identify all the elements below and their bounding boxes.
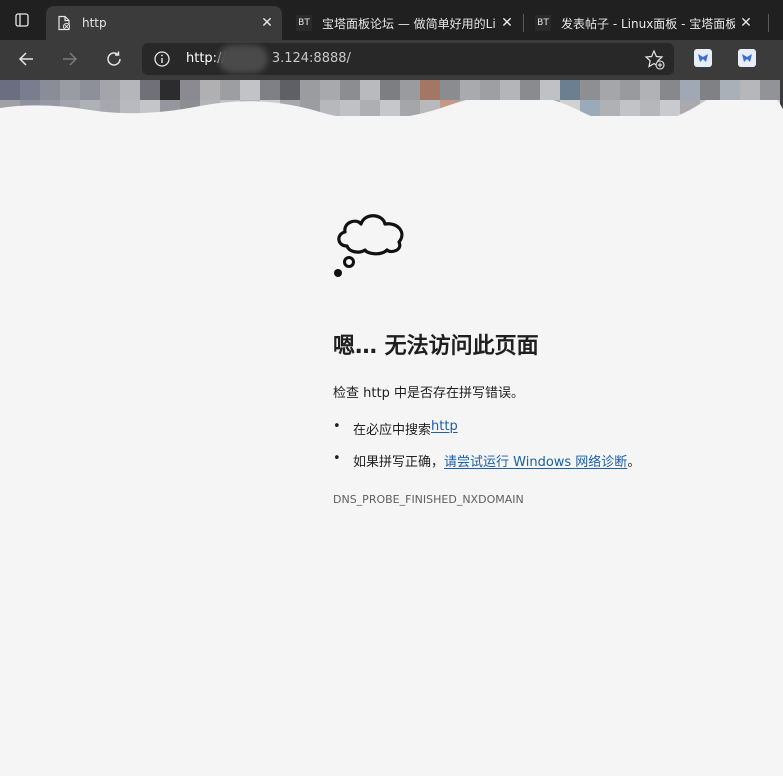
pixel-block bbox=[680, 80, 700, 100]
suggestion-item: • 如果拼写正确， 请尝试运行 Windows 网络诊断。 bbox=[333, 451, 640, 470]
forward-arrow-icon bbox=[63, 52, 78, 66]
pixel-block bbox=[360, 80, 380, 100]
tab-strip: http ✕ BT 宝塔面板论坛 — 做简单好用的Li ✕ BT 发表帖子 - … bbox=[0, 0, 783, 40]
pixel-block bbox=[80, 80, 100, 100]
suggestion-text: 在必应中搜索 bbox=[353, 423, 432, 438]
url-host: 3.124:8888/ bbox=[271, 51, 351, 66]
pixel-block bbox=[460, 80, 480, 100]
extension-icon bbox=[698, 54, 708, 62]
bt-logo-icon: BT bbox=[535, 15, 551, 31]
pixel-block bbox=[240, 80, 260, 100]
tab-http[interactable]: http ✕ bbox=[46, 6, 282, 40]
pixel-block bbox=[320, 80, 340, 100]
back-button[interactable] bbox=[10, 43, 42, 75]
add-favorite-icon[interactable] bbox=[644, 49, 666, 71]
pixel-block bbox=[100, 80, 120, 100]
pixel-block bbox=[640, 80, 660, 100]
error-headline: 嗯… 无法访问此页面 bbox=[333, 334, 539, 359]
tab-close-icon[interactable]: ✕ bbox=[496, 12, 518, 34]
tab-title: 发表帖子 - Linux面板 - 宝塔面板 bbox=[561, 16, 735, 31]
thought-cloud-icon bbox=[334, 214, 404, 277]
pixel-block bbox=[580, 80, 600, 100]
tab-close-icon[interactable]: ✕ bbox=[735, 12, 757, 34]
search-bing-link[interactable]: http bbox=[431, 419, 458, 438]
pixel-block bbox=[540, 80, 560, 100]
pixel-block bbox=[660, 80, 680, 100]
error-code: DNS_PROBE_FINISHED_NXDOMAIN bbox=[333, 493, 524, 506]
pixel-block bbox=[400, 80, 420, 100]
bullet-mark: • bbox=[333, 451, 341, 466]
pixel-block bbox=[420, 80, 440, 100]
tab-separator bbox=[523, 14, 524, 32]
forward-button[interactable] bbox=[54, 43, 86, 75]
address-bar[interactable]: http://3.124:8888/ bbox=[142, 43, 674, 75]
pixel-block bbox=[380, 80, 400, 100]
pixel-block bbox=[340, 80, 360, 100]
back-arrow-icon bbox=[18, 52, 33, 66]
tab-actions-icon bbox=[15, 13, 29, 27]
tab-bt-post[interactable]: BT 发表帖子 - Linux面板 - 宝塔面板 ✕ bbox=[525, 6, 761, 40]
pixel-block bbox=[440, 80, 460, 100]
pixel-block bbox=[760, 80, 780, 100]
pixel-block bbox=[0, 80, 20, 100]
url-text[interactable]: http://3.124:8888/ bbox=[186, 51, 351, 66]
pixel-block bbox=[280, 80, 300, 100]
bullet-mark: • bbox=[333, 419, 341, 434]
pixel-block bbox=[20, 80, 40, 100]
refresh-button[interactable] bbox=[98, 43, 130, 75]
page-error-icon bbox=[56, 15, 72, 31]
pixel-block bbox=[720, 80, 740, 100]
extension-button-1[interactable] bbox=[694, 49, 712, 67]
pixel-block bbox=[700, 80, 720, 100]
suggestion-text: 如果拼写正确， bbox=[353, 455, 445, 470]
pixel-block bbox=[120, 80, 140, 100]
info-icon[interactable] bbox=[153, 50, 171, 68]
error-page: 嗯… 无法访问此页面 检查 http 中是否存在拼写错误。 • 在必应中搜索 h… bbox=[0, 100, 783, 776]
network-diagnostics-link[interactable]: 请尝试运行 Windows 网络诊断 bbox=[444, 451, 627, 470]
tab-actions-button[interactable] bbox=[0, 0, 44, 40]
tab-separator bbox=[768, 14, 769, 32]
error-description: 检查 http 中是否存在拼写错误。 bbox=[333, 386, 524, 401]
pixel-block bbox=[40, 80, 60, 100]
pixel-block bbox=[620, 80, 640, 100]
bt-logo-icon: BT bbox=[296, 15, 312, 31]
pixel-block bbox=[260, 80, 280, 100]
redacted-host bbox=[218, 45, 268, 73]
bt-logo-text: BT bbox=[535, 15, 551, 31]
pixel-block bbox=[140, 80, 160, 100]
suggestion-item: • 在必应中搜索 http bbox=[333, 419, 458, 438]
pixel-block bbox=[500, 80, 520, 100]
pixel-block bbox=[200, 80, 220, 100]
pixel-block bbox=[160, 80, 180, 100]
bt-logo-text: BT bbox=[296, 15, 312, 31]
pixel-block bbox=[560, 80, 580, 100]
pixel-block bbox=[520, 80, 540, 100]
refresh-icon bbox=[107, 51, 121, 66]
tab-title: http bbox=[82, 16, 107, 30]
pixel-block bbox=[740, 80, 760, 100]
pixel-block bbox=[300, 80, 320, 100]
tab-title: 宝塔面板论坛 — 做简单好用的Li bbox=[322, 16, 496, 31]
pixel-block bbox=[220, 80, 240, 100]
pixel-block bbox=[180, 80, 200, 100]
torn-edge bbox=[0, 100, 783, 122]
tab-close-icon[interactable]: ✕ bbox=[256, 12, 278, 34]
pixel-block bbox=[60, 80, 80, 100]
pixel-block bbox=[600, 80, 620, 100]
tab-bt-forum[interactable]: BT 宝塔面板论坛 — 做简单好用的Li ✕ bbox=[286, 6, 522, 40]
pixel-block bbox=[480, 80, 500, 100]
extension-button-2[interactable] bbox=[738, 49, 756, 67]
toolbar: http://3.124:8888/ bbox=[0, 40, 783, 78]
extension-icon bbox=[742, 54, 752, 62]
suggestion-suffix: 。 bbox=[627, 455, 641, 470]
